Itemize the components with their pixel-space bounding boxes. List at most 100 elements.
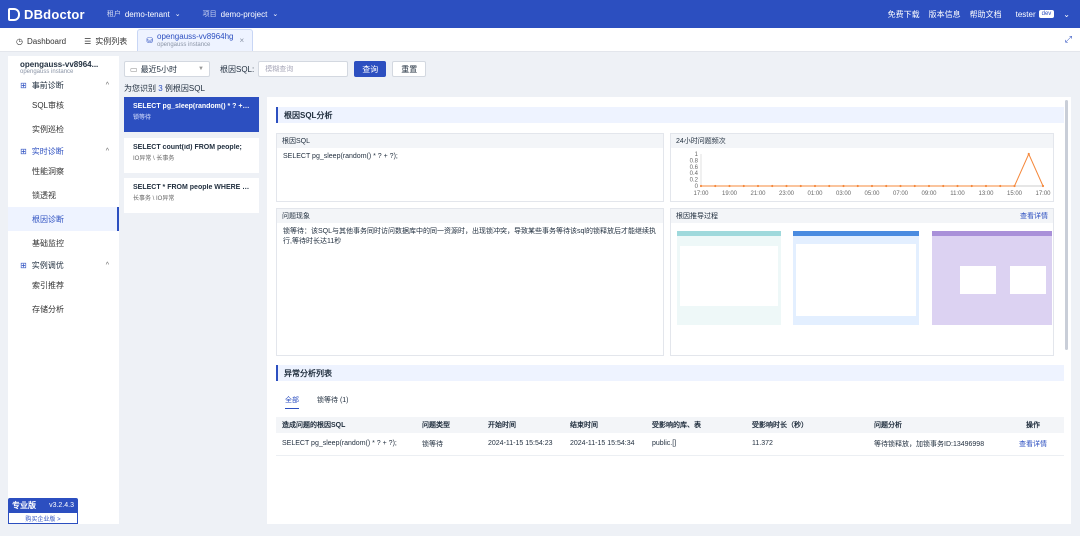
column-header: 问题类型 xyxy=(416,417,482,433)
column-header: 造成问题的根因SQL xyxy=(276,417,416,433)
data-point xyxy=(927,184,931,188)
sidebar-item-sql-audit[interactable]: SQL审核 xyxy=(8,93,119,117)
y-tick-label: 0.4 xyxy=(690,171,699,177)
reset-button[interactable]: 重置 xyxy=(392,61,427,77)
data-point xyxy=(728,184,731,188)
tabs-bar: ◷ Dashboard ☰ 实例列表 ⛁ opengauss-vv8964hg … xyxy=(0,28,1080,52)
chevron-down-icon: ⌄ xyxy=(272,11,279,18)
sidebar-item-index[interactable]: 索引推荐 xyxy=(8,273,119,297)
group-label: 实例调优 xyxy=(31,260,64,270)
y-tick-label: 1 xyxy=(695,152,699,158)
phenomenon-panel: 问题现象 锁等待：该SQL与其他事务同时访问数据库中的同一资源时，出现锁冲突，导… xyxy=(276,208,664,356)
sidebar-item-root-cause[interactable]: 根因诊断 xyxy=(8,207,119,231)
query-button[interactable]: 查询 xyxy=(354,61,387,77)
cell-analysis: 等待锁释放，加锁事务ID:13496998 xyxy=(868,433,1002,456)
grid-icon: ⊞ xyxy=(20,260,27,270)
sql-text: SELECT count(id) FROM people; xyxy=(133,144,242,151)
x-tick-label: 09:00 xyxy=(921,191,937,197)
data-point xyxy=(699,184,703,188)
data-point xyxy=(999,184,1002,188)
filter-tab-all[interactable]: 全部 xyxy=(285,395,299,409)
tab-label: opengauss-vv8964hg xyxy=(157,31,234,41)
x-tick-label: 13:00 xyxy=(978,191,994,197)
data-point xyxy=(756,184,760,188)
panel-title: 根因SQL xyxy=(277,134,663,148)
tenant-value: demo-tenant xyxy=(124,9,170,19)
list-icon: ☰ xyxy=(84,36,92,46)
time-range-select[interactable]: ▭ 最近5小时 ▼ xyxy=(124,61,210,77)
x-tick-label: 19:00 xyxy=(722,191,738,197)
sidebar-group-realtime[interactable]: ⊞ 实时诊断 ^ xyxy=(8,143,119,159)
top-links: 免费下载 版本信息 帮助文档 tester dev ⌄ xyxy=(879,0,1070,28)
x-tick-label: 21:00 xyxy=(750,191,766,197)
sql-card[interactable]: SELECT count(id) FROM people; IO异常 \ 长事务 xyxy=(124,138,259,173)
sql-card[interactable]: SELECT * FROM people WHERE ag... 长事务 \ I… xyxy=(124,178,259,213)
chevron-down-icon: ▼ xyxy=(198,66,204,72)
filter-tab-lock-wait[interactable]: 锁等待 (1) xyxy=(317,395,349,405)
panel-header: 根因推导过程 查看详情 xyxy=(671,209,1053,223)
project-value: demo-project xyxy=(220,9,268,19)
column-header: 结束时间 xyxy=(564,417,646,433)
help-docs-link[interactable]: 帮助文档 xyxy=(970,9,1002,20)
chevron-up-icon: ^ xyxy=(105,261,109,269)
data-point xyxy=(1013,184,1016,188)
sidebar-group-tuning[interactable]: ⊞ 实例调优 ^ xyxy=(8,257,119,273)
column-header: 问题分析 xyxy=(868,417,1002,433)
close-icon[interactable]: × xyxy=(240,36,245,45)
summary-suffix: 例根因SQL xyxy=(164,84,205,93)
scrollbar[interactable] xyxy=(1065,100,1068,350)
tab-instance-list[interactable]: ☰ 实例列表 xyxy=(76,31,135,51)
view-details-link[interactable]: 查看详情 xyxy=(1020,211,1048,221)
project-selector[interactable]: 项目 demo-project ⌄ xyxy=(203,9,279,19)
instance-name: opengauss-vv8964... xyxy=(20,60,99,69)
chevron-up-icon: ^ xyxy=(105,147,109,155)
sidebar-item-performance[interactable]: 性能洞察 xyxy=(8,159,119,183)
version-info-link[interactable]: 版本信息 xyxy=(929,9,961,20)
data-point xyxy=(1041,184,1045,188)
data-point xyxy=(885,184,888,188)
cell-duration: 11.372 xyxy=(746,433,868,456)
sidebar-group-pre-diagnosis[interactable]: ⊞ 事前诊断 ^ xyxy=(8,77,119,93)
sidebar-item-monitor[interactable]: 基础监控 xyxy=(8,231,119,255)
process-step-image xyxy=(677,231,781,325)
fullscreen-icon[interactable]: ⤢ xyxy=(1065,34,1072,45)
free-download-link[interactable]: 免费下载 xyxy=(888,9,920,20)
tenant-selector[interactable]: 租户 demo-tenant ⌄ xyxy=(107,9,181,19)
project-key: 项目 xyxy=(202,11,217,18)
frequency-chart: 00.20.40.60.81 17:00 19:00 21:00 23:00 01:00 0… xyxy=(690,152,1052,197)
column-header: 操作 xyxy=(1002,417,1064,433)
logo-text: DBdoctor xyxy=(24,6,85,22)
sidebar-item-storage[interactable]: 存储分析 xyxy=(8,297,119,321)
x-tick-label: 01:00 xyxy=(807,191,823,197)
tab-dashboard[interactable]: ◷ Dashboard xyxy=(8,31,74,51)
table-row: SELECT pg_sleep(random() * ? + ?); 锁等待 2… xyxy=(276,433,1064,456)
data-point xyxy=(714,184,717,188)
root-sql-input[interactable]: 模糊查询 xyxy=(258,61,349,77)
chevron-down-icon[interactable]: ⌄ xyxy=(1063,10,1070,19)
sidebar-item-inspection[interactable]: 实例巡检 xyxy=(8,117,119,141)
summary-text: 为您识别 3 例根因SQL xyxy=(124,83,205,94)
cell-action: 查看详情 xyxy=(1002,433,1064,456)
instance-type: opengauss instance xyxy=(20,69,74,75)
tab-instance[interactable]: ⛁ opengauss-vv8964hg opengauss instance … xyxy=(137,29,254,51)
buy-enterprise-button[interactable]: 购买企业版 > xyxy=(8,512,78,524)
sql-card[interactable]: SELECT pg_sleep(random() * ? + ?); 锁等待 xyxy=(124,97,259,132)
user-name[interactable]: tester xyxy=(1016,10,1036,19)
app-logo[interactable]: DBdoctor xyxy=(8,7,85,22)
view-details-link[interactable]: 查看详情 xyxy=(1019,441,1047,448)
data-point xyxy=(984,184,988,188)
y-tick-label: 0.2 xyxy=(690,178,699,184)
table-header-row: 造成问题的根因SQL 问题类型 开始时间 结束时间 受影响的库、表 受影响时长（… xyxy=(276,417,1064,433)
data-point xyxy=(956,184,959,188)
column-header: 受影响时长（秒） xyxy=(746,417,868,433)
data-point xyxy=(970,184,973,188)
data-point xyxy=(899,184,902,188)
data-point xyxy=(870,184,874,188)
data-point xyxy=(828,184,831,188)
sidebar-item-lock[interactable]: 锁透视 xyxy=(8,183,119,207)
filter-bar: ▭ 最近5小时 ▼ 根因SQL: 模糊查询 查询 重置 xyxy=(124,60,427,78)
section-title: 异常分析列表 xyxy=(276,365,1064,381)
column-header: 开始时间 xyxy=(482,417,564,433)
data-point xyxy=(799,184,802,188)
sql-tags: 锁等待 xyxy=(133,115,152,121)
